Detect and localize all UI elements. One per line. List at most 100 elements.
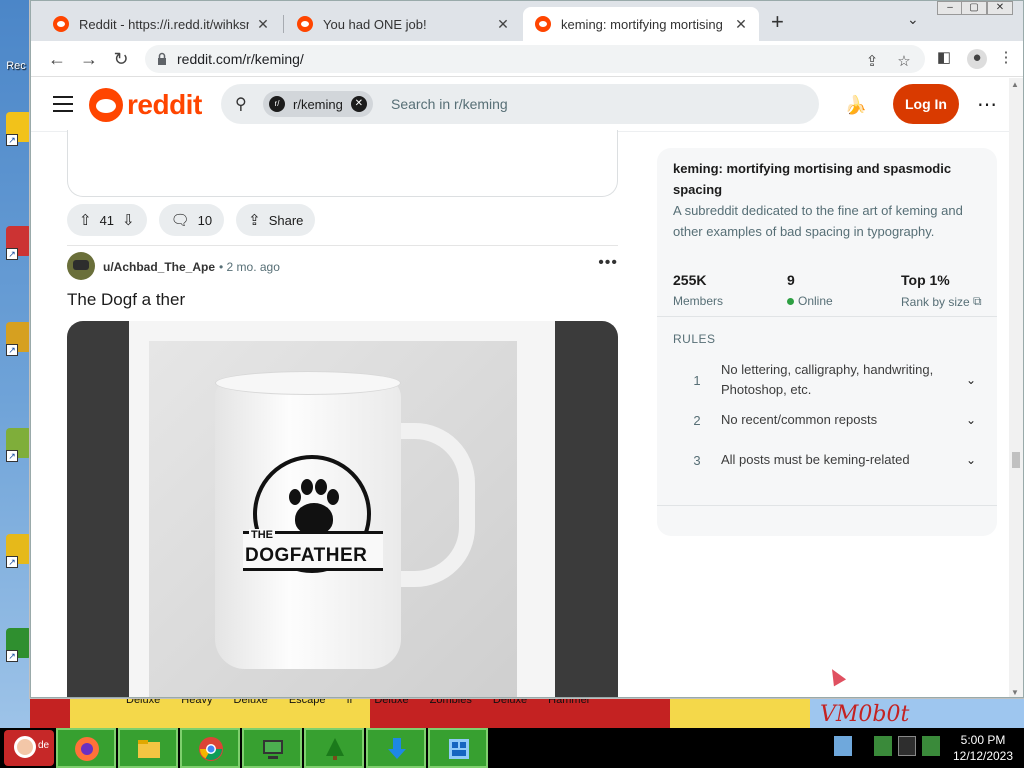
network-icon[interactable] (898, 736, 916, 756)
start-button[interactable]: de (4, 730, 54, 766)
forward-button[interactable]: → (77, 47, 101, 71)
rule-text: No recent/common reposts (721, 412, 878, 427)
share-page-icon[interactable]: ⇪ (863, 53, 881, 71)
tab-close-icon[interactable]: ✕ (255, 16, 271, 33)
post-author[interactable]: u/Achbad_The_Ape (103, 260, 215, 274)
show-desktop-icon[interactable] (834, 736, 852, 756)
logo-text-brand: DOGFATHER (245, 545, 368, 566)
rule-number: 1 (693, 372, 701, 388)
tab-reddit-image[interactable]: Reddit - https://i.redd.it/wihksn0... ✕ (41, 7, 281, 41)
desktop-icon-2[interactable]: ↗ (6, 226, 32, 260)
site-info-icon[interactable] (155, 52, 169, 66)
rule-item[interactable]: 2 No recent/common reposts ⌄ (673, 410, 983, 430)
taskbar-christmas-tree[interactable] (304, 728, 364, 768)
side-panel-icon[interactable]: ◧ (935, 49, 953, 67)
firefox-icon (75, 737, 99, 761)
desktop-icon-6[interactable]: ↗ (6, 628, 32, 662)
reload-button[interactable]: ↻ (109, 47, 133, 71)
post-title[interactable]: The Dogf a ther (67, 290, 185, 310)
taskbar-explorer[interactable] (118, 728, 178, 768)
tab-title: Reddit - https://i.redd.it/wihksn0... (79, 16, 249, 32)
desktop-icon-1[interactable]: ↗ (6, 112, 32, 146)
rule-item[interactable]: 3 All posts must be keming-related ⌄ (673, 450, 983, 470)
url-field[interactable]: reddit.com/r/keming/ ⇪ ☆ (145, 45, 925, 73)
stat-value: Top 1% (901, 272, 950, 288)
taskbar-chrome[interactable] (180, 728, 240, 768)
subreddit-search-chip[interactable]: r/ r/keming ✕ (263, 91, 373, 117)
tab-search-chevron-icon[interactable]: ⌄ (907, 11, 919, 28)
share-button[interactable]: ⇪ Share (236, 204, 316, 236)
maximize-button[interactable]: ▢ (961, 1, 987, 15)
taskbar-computer[interactable] (242, 728, 302, 768)
tab-you-had-one-job[interactable]: You had ONE job! ✕ (285, 7, 521, 41)
upvote-icon[interactable]: ⇧ (79, 211, 92, 229)
url-text: reddit.com/r/keming/ (177, 51, 304, 67)
banana-icon[interactable]: 🍌 (843, 92, 869, 118)
tab-title: keming: mortifying mortising and spasmod… (561, 16, 727, 32)
wallpaper-text: VM0b0t (820, 702, 910, 727)
reddit-logo[interactable]: reddit (89, 88, 202, 122)
comments-button[interactable]: 🗨 10 (158, 204, 225, 236)
vote-count: 41 (99, 212, 115, 228)
remove-chip-icon[interactable]: ✕ (350, 96, 367, 112)
reddit-wordmark: reddit (127, 89, 202, 120)
rule-item[interactable]: 1 No lettering, calligraphy, handwriting… (673, 360, 983, 400)
taskbar-download[interactable] (366, 728, 426, 768)
tab-bar: Reddit - https://i.redd.it/wihksn0... ✕ … (31, 1, 1023, 41)
chevron-down-icon[interactable]: ⌄ (959, 373, 983, 387)
browser-menu-icon[interactable]: ⋮ (997, 49, 1015, 67)
clock-date: 12/12/2023 (952, 749, 1014, 763)
stat-label: Members (673, 294, 724, 308)
share-label: Share (268, 212, 304, 228)
tab-keming[interactable]: keming: mortifying mortising and spasmod… (523, 7, 759, 41)
minimize-button[interactable]: – (937, 1, 963, 15)
stat-label: Rank by size (901, 294, 970, 309)
chip-label: r/keming (293, 96, 343, 112)
stat-members: 255K Members (673, 272, 723, 308)
search-placeholder: Search in r/keming (391, 96, 508, 112)
scrollbar-thumb[interactable] (1012, 452, 1020, 468)
profile-avatar-icon[interactable]: ● (967, 49, 987, 69)
tab-close-icon[interactable]: ✕ (733, 16, 749, 33)
new-tab-button[interactable]: + (771, 9, 784, 35)
volume-icon[interactable] (922, 736, 940, 756)
external-link-icon: ⧉ (973, 294, 982, 308)
tab-title: You had ONE job! (323, 16, 427, 32)
taskbar-control-panel[interactable] (428, 728, 488, 768)
previous-post-card[interactable] (67, 130, 618, 197)
page-scrollbar[interactable]: ▲ ▼ (1009, 78, 1023, 697)
login-button[interactable]: Log In (893, 84, 959, 124)
desktop-icon-5[interactable]: ↗ (6, 534, 32, 568)
community-sidebar: keming: mortifying mortising and spasmod… (657, 148, 997, 536)
rules-heading: RULES (673, 332, 716, 346)
chrome-icon (199, 737, 223, 761)
paw-print-icon (287, 479, 341, 539)
user-avatar[interactable] (67, 252, 95, 280)
bookmark-star-icon[interactable]: ☆ (895, 53, 913, 71)
downvote-icon[interactable]: ⇩ (122, 211, 135, 229)
download-icon (388, 738, 406, 759)
tab-close-icon[interactable]: ✕ (495, 16, 511, 33)
more-options-icon[interactable]: ⋯ (977, 92, 997, 117)
post-options-icon[interactable]: ••• (598, 254, 618, 272)
stat-label: Online (798, 294, 833, 308)
reddit-favicon-icon (53, 16, 69, 32)
browser-window: Reddit - https://i.redd.it/wihksn0... ✕ … (30, 0, 1024, 698)
taskbar-clock[interactable]: 5:00 PM 12/12/2023 (946, 732, 1020, 764)
flag-icon[interactable] (874, 736, 892, 756)
back-button[interactable]: ← (45, 47, 69, 71)
computer-icon (263, 740, 283, 759)
post-image[interactable]: THE DOGFATHER (67, 321, 618, 697)
menu-icon[interactable] (53, 96, 73, 112)
clock-time: 5:00 PM (960, 733, 1006, 747)
chevron-down-icon[interactable]: ⌄ (959, 413, 983, 427)
desktop-icon-4[interactable]: ↗ (6, 428, 32, 462)
desktop-icon-3[interactable]: ↗ (6, 322, 32, 356)
taskbar-firefox[interactable] (56, 728, 116, 768)
search-bar[interactable]: ⚲ r/ r/keming ✕ Search in r/keming (221, 84, 819, 124)
reddit-header: reddit ⚲ r/ r/keming ✕ Search in r/kemin… (31, 78, 1011, 132)
christmas-tree-icon (326, 738, 344, 760)
chevron-down-icon[interactable]: ⌄ (959, 453, 983, 467)
close-window-button[interactable]: ✕ (987, 1, 1013, 15)
folder-icon (138, 740, 160, 758)
